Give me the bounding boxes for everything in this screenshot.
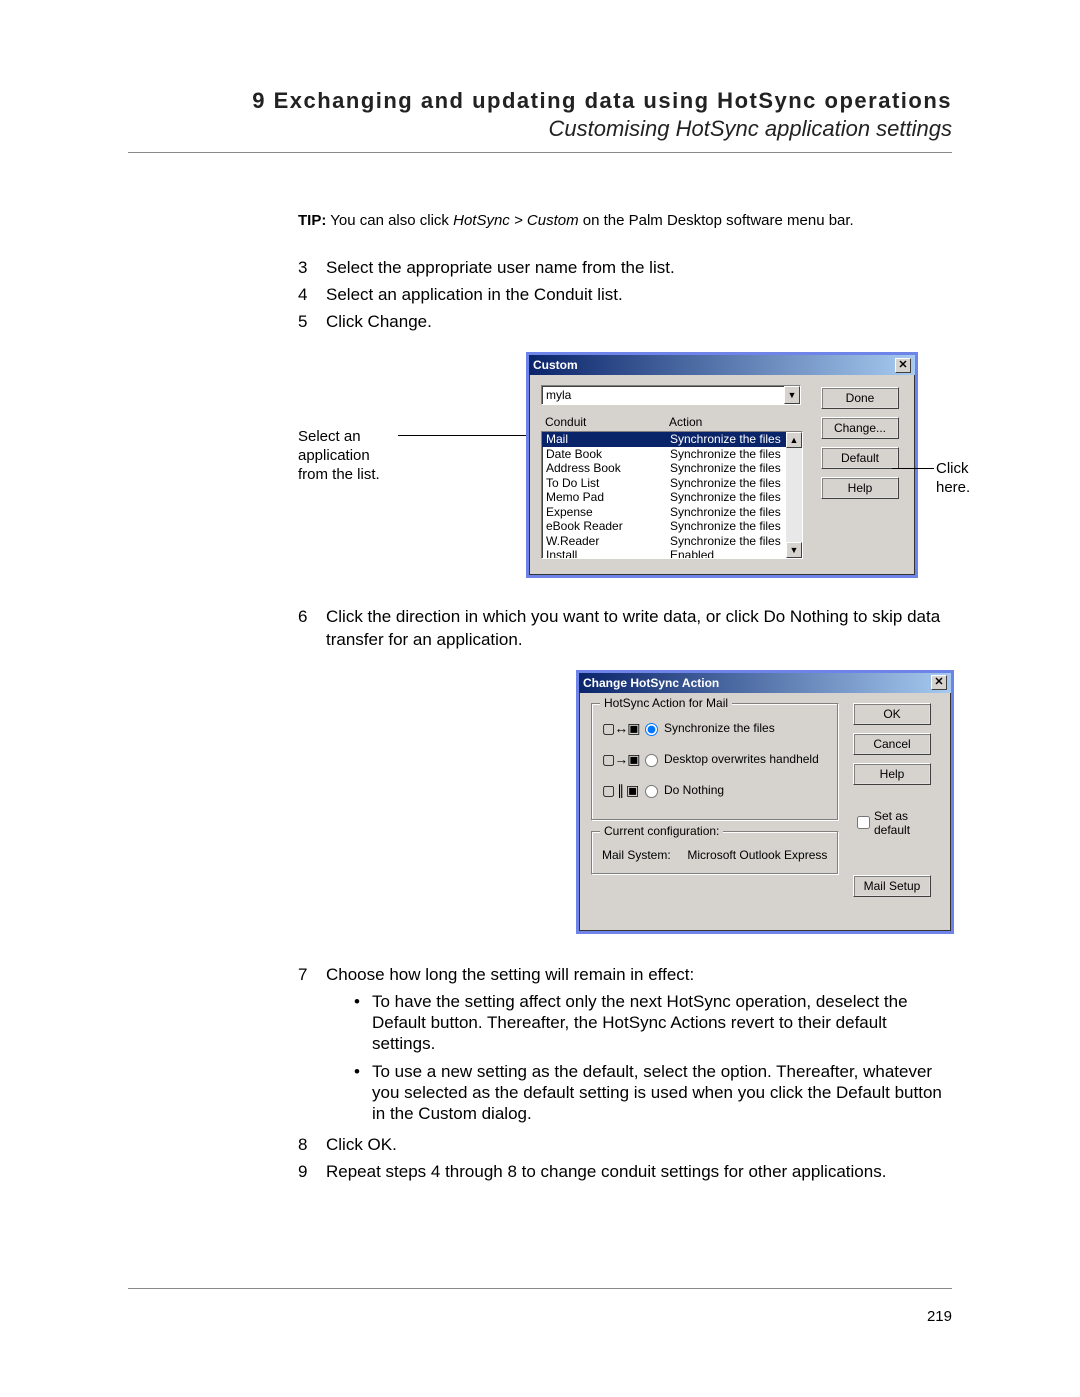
list-item[interactable]: To Do ListSynchronize the files bbox=[542, 476, 802, 491]
help-button[interactable]: Help bbox=[821, 477, 899, 499]
steps-list-b: 7 Choose how long the setting will remai… bbox=[298, 964, 952, 1184]
help-button[interactable]: Help bbox=[853, 763, 931, 785]
titlebar[interactable]: Change HotSync Action ✕ bbox=[579, 673, 951, 693]
list-item[interactable]: InstallEnabled bbox=[542, 548, 802, 559]
col-action: Action bbox=[669, 415, 803, 429]
conduit-cell: To Do List bbox=[544, 476, 670, 491]
chevron-down-icon[interactable]: ▼ bbox=[784, 386, 800, 404]
footer-divider bbox=[128, 1288, 952, 1289]
ok-button[interactable]: OK bbox=[853, 703, 931, 725]
scroll-down-icon[interactable]: ▼ bbox=[786, 542, 802, 558]
custom-dialog: Custom ✕ myla ▼ Conduit Action MailSynch… bbox=[526, 352, 918, 578]
action-cell: Synchronize the files bbox=[670, 490, 800, 505]
step-6: 6Click the direction in which you want t… bbox=[298, 606, 952, 652]
conduit-cell: W.Reader bbox=[544, 534, 670, 549]
step-3: 3Select the appropriate user name from t… bbox=[298, 257, 952, 280]
tip-text-pre: You can also click bbox=[330, 212, 453, 229]
close-icon[interactable]: ✕ bbox=[931, 675, 947, 690]
radio-sync[interactable]: ▢↔▣ Synchronize the files bbox=[602, 720, 828, 737]
scrollbar[interactable]: ▲ ▼ bbox=[786, 432, 802, 558]
section-title: Customising HotSync application settings bbox=[128, 116, 952, 142]
action-cell: Synchronize the files bbox=[670, 505, 800, 520]
conduit-cell: Mail bbox=[544, 432, 670, 447]
step-5: 5Click Change. bbox=[298, 311, 952, 334]
conduit-cell: Install bbox=[544, 548, 670, 559]
user-dropdown[interactable]: myla ▼ bbox=[541, 385, 801, 405]
list-item[interactable]: W.ReaderSynchronize the files bbox=[542, 534, 802, 549]
tip-label: TIP: bbox=[298, 212, 326, 229]
action-cell: Synchronize the files bbox=[670, 476, 800, 491]
conduit-cell: Expense bbox=[544, 505, 670, 520]
default-button[interactable]: Default bbox=[821, 447, 899, 469]
sync-icon: ▢↔▣ bbox=[602, 720, 640, 737]
tip-path: HotSync > Custom bbox=[453, 212, 578, 229]
user-value: myla bbox=[546, 388, 571, 402]
desktop-overwrite-icon: ▢→▣ bbox=[602, 751, 640, 768]
list-item[interactable]: ExpenseSynchronize the files bbox=[542, 505, 802, 520]
conduit-cell: Memo Pad bbox=[544, 490, 670, 505]
dialog-title: Custom bbox=[533, 358, 578, 372]
action-cell: Synchronize the files bbox=[670, 432, 800, 447]
chapter-title: Exchanging and updating data using HotSy… bbox=[274, 88, 952, 113]
scroll-up-icon[interactable]: ▲ bbox=[786, 432, 802, 448]
cancel-button[interactable]: Cancel bbox=[853, 733, 931, 755]
divider bbox=[128, 152, 952, 153]
group-legend: HotSync Action for Mail bbox=[600, 696, 732, 710]
set-default-input[interactable] bbox=[857, 816, 870, 829]
action-cell: Synchronize the files bbox=[670, 447, 800, 462]
hotsync-action-group: HotSync Action for Mail ▢↔▣ Synchronize … bbox=[591, 703, 839, 821]
conduit-cell: Address Book bbox=[544, 461, 670, 476]
dialog-title: Change HotSync Action bbox=[583, 676, 719, 690]
titlebar[interactable]: Custom ✕ bbox=[529, 355, 915, 375]
done-button[interactable]: Done bbox=[821, 387, 899, 409]
mail-system-value: Microsoft Outlook Express bbox=[687, 848, 827, 862]
callout-select-app: Select an application from the list. bbox=[298, 428, 398, 484]
mail-system-label: Mail System: bbox=[602, 848, 671, 862]
radio-desktop[interactable]: ▢→▣ Desktop overwrites handheld bbox=[602, 751, 828, 768]
list-header: Conduit Action bbox=[541, 413, 803, 431]
radio-nothing[interactable]: ▢ ∥ ▣ Do Nothing bbox=[602, 782, 828, 799]
step-4: 4Select an application in the Conduit li… bbox=[298, 284, 952, 307]
close-icon[interactable]: ✕ bbox=[895, 358, 911, 373]
change-hotsync-dialog: Change HotSync Action ✕ HotSync Action f… bbox=[576, 670, 954, 934]
action-cell: Synchronize the files bbox=[670, 534, 800, 549]
page-number: 219 bbox=[927, 1308, 952, 1325]
mail-setup-button[interactable]: Mail Setup bbox=[853, 875, 931, 897]
list-item[interactable]: eBook ReaderSynchronize the files bbox=[542, 519, 802, 534]
list-item[interactable]: Date BookSynchronize the files bbox=[542, 447, 802, 462]
list-item[interactable]: MailSynchronize the files bbox=[542, 432, 802, 447]
action-cell: Enabled bbox=[670, 548, 800, 559]
radio-nothing-input[interactable] bbox=[645, 785, 658, 798]
step-6-wrap: 6Click the direction in which you want t… bbox=[298, 606, 952, 652]
action-cell: Synchronize the files bbox=[670, 461, 800, 476]
conduit-cell: Date Book bbox=[544, 447, 670, 462]
tip-text-post: on the Palm Desktop software menu bar. bbox=[579, 212, 854, 229]
change-button[interactable]: Change... bbox=[821, 417, 899, 439]
list-item[interactable]: Memo PadSynchronize the files bbox=[542, 490, 802, 505]
step-8: 8Click OK. bbox=[298, 1134, 952, 1157]
current-config-group: Current configuration: Mail System: Micr… bbox=[591, 831, 839, 875]
step-7: 7 Choose how long the setting will remai… bbox=[298, 964, 952, 1130]
radio-sync-input[interactable] bbox=[645, 723, 658, 736]
page-header: 9 Exchanging and updating data using Hot… bbox=[128, 88, 952, 142]
step-7-bullet-1: To have the setting affect only the next… bbox=[354, 991, 952, 1055]
callout-click-here: Click here. bbox=[936, 460, 996, 498]
config-legend: Current configuration: bbox=[600, 824, 723, 838]
steps-list-a: 3Select the appropriate user name from t… bbox=[298, 257, 952, 334]
step-9: 9Repeat steps 4 through 8 to change cond… bbox=[298, 1161, 952, 1184]
set-default-checkbox[interactable]: Set as default bbox=[853, 809, 939, 837]
chapter-number: 9 bbox=[252, 88, 266, 113]
action-cell: Synchronize the files bbox=[670, 519, 800, 534]
col-conduit: Conduit bbox=[541, 415, 669, 429]
do-nothing-icon: ▢ ∥ ▣ bbox=[602, 782, 640, 799]
radio-desktop-input[interactable] bbox=[645, 754, 658, 767]
conduit-listbox[interactable]: MailSynchronize the filesDate BookSynchr… bbox=[541, 431, 803, 559]
list-item[interactable]: Address BookSynchronize the files bbox=[542, 461, 802, 476]
tip: TIP: You can also click HotSync > Custom… bbox=[298, 211, 952, 231]
conduit-cell: eBook Reader bbox=[544, 519, 670, 534]
step-7-bullet-2: To use a new setting as the default, sel… bbox=[354, 1061, 952, 1125]
